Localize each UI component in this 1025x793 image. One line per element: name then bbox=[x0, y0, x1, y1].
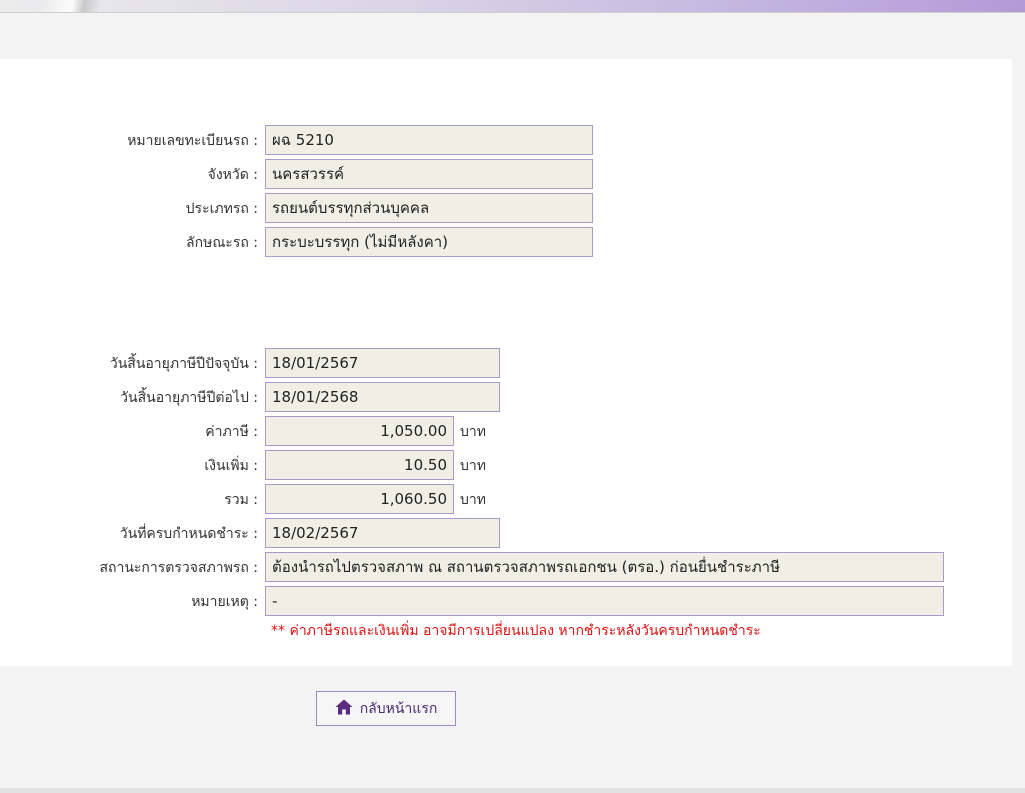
total-field: 1,060.50 bbox=[265, 484, 454, 514]
tax-fee-field: 1,050.00 bbox=[265, 416, 454, 446]
vehicle-type-label: ประเภทรถ : bbox=[185, 201, 258, 217]
next-expiry-label: วันสิ้นอายุภาษีปีต่อไป : bbox=[120, 390, 258, 406]
due-date-label: วันที่ครบกำหนดชำระ : bbox=[119, 526, 258, 542]
next-expiry-field: 18/01/2568 bbox=[265, 382, 500, 412]
total-label: รวม : bbox=[224, 492, 258, 508]
due-date-field: 18/02/2567 bbox=[265, 518, 500, 548]
vehicle-style-field: กระบะบรรทุก (ไม่มีหลังคา) bbox=[265, 227, 593, 257]
back-to-home-label: กลับหน้าแรก bbox=[359, 700, 438, 717]
tax-fee-label: ค่าภาษี : bbox=[205, 424, 258, 440]
surcharge-unit: บาท bbox=[460, 458, 486, 474]
surcharge-field: 10.50 bbox=[265, 450, 454, 480]
current-expiry-field: 18/01/2567 bbox=[265, 348, 500, 378]
remark-field: - bbox=[265, 586, 944, 616]
current-expiry-label: วันสิ้นอายุภาษีปีปัจจุบัน : bbox=[109, 356, 258, 372]
banner-decoration bbox=[40, 0, 120, 12]
home-icon bbox=[335, 699, 353, 719]
back-to-home-button[interactable]: กลับหน้าแรก bbox=[316, 691, 456, 726]
plate-label: หมายเลขทะเบียนรถ : bbox=[127, 133, 258, 149]
province-field: นครสวรรค์ bbox=[265, 159, 593, 189]
surcharge-label: เงินเพิ่ม : bbox=[204, 458, 258, 474]
inspection-status-label: สถานะการตรวจสภาพรถ : bbox=[99, 560, 258, 576]
top-banner bbox=[0, 0, 1025, 13]
vehicle-style-label: ลักษณะรถ : bbox=[186, 235, 258, 251]
total-unit: บาท bbox=[460, 492, 486, 508]
inspection-status-field: ต้องนำรถไปตรวจสภาพ ณ สถานตรวจสภาพรถเอกชน… bbox=[265, 552, 944, 582]
province-label: จังหวัด : bbox=[207, 167, 258, 183]
footer-divider bbox=[0, 788, 1025, 793]
tax-fee-unit: บาท bbox=[460, 424, 486, 440]
remark-label: หมายเหตุ : bbox=[191, 594, 258, 610]
fee-change-warning: ** ค่าภาษีรถและเงินเพิ่ม อาจมีการเปลี่ยน… bbox=[271, 623, 761, 639]
plate-field: ผฉ 5210 bbox=[265, 125, 593, 155]
vehicle-type-field: รถยนต์บรรทุกส่วนบุคคล bbox=[265, 193, 593, 223]
